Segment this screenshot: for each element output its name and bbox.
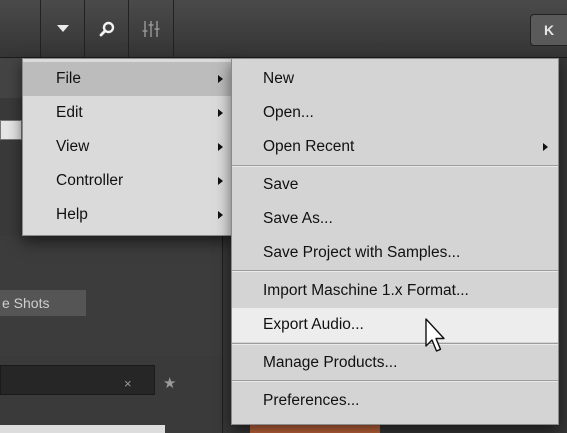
menu-separator	[232, 270, 558, 272]
menu-item-help[interactable]: Help	[23, 198, 233, 232]
caret-down-icon	[57, 24, 69, 32]
library-tag-chip[interactable]: e Shots	[0, 290, 86, 316]
menu-item-save-project-with-samples[interactable]: Save Project with Samples...	[232, 236, 558, 270]
search-clear-icon[interactable]: ×	[124, 376, 132, 391]
menu-item-label: Preferences...	[263, 392, 360, 409]
menu-item-label: New	[263, 70, 295, 87]
menu-item-label: Save As...	[263, 210, 333, 227]
menu-item-label: Export Audio...	[263, 316, 364, 333]
menu-item-edit[interactable]: Edit	[23, 96, 233, 130]
menu-item-label: File	[56, 70, 81, 87]
main-menu: File Edit View Controller Help	[22, 58, 234, 236]
menu-item-view[interactable]: View	[23, 130, 233, 164]
mixer-sliders-icon	[142, 20, 160, 37]
favorite-star-icon[interactable]: ★	[163, 374, 176, 392]
menu-item-export-audio[interactable]: Export Audio...	[232, 308, 558, 342]
menu-item-label: View	[56, 138, 90, 155]
menu-item-new[interactable]: New	[232, 62, 558, 96]
menu-item-controller[interactable]: Controller	[23, 164, 233, 198]
menu-item-manage-products[interactable]: Manage Products...	[232, 346, 558, 380]
left-panel-control[interactable]	[0, 120, 22, 140]
submenu-arrow-icon	[543, 143, 548, 151]
menu-item-save[interactable]: Save	[232, 168, 558, 202]
menu-item-save-as[interactable]: Save As...	[232, 202, 558, 236]
menu-item-label: Help	[56, 206, 88, 223]
menu-dropdown-button[interactable]	[40, 0, 85, 57]
file-submenu: New Open... Open Recent Save Save As... …	[231, 58, 559, 425]
submenu-arrow-icon	[218, 109, 223, 117]
menu-item-file[interactable]: File	[23, 62, 233, 96]
library-tag-label: e Shots	[2, 295, 50, 311]
menu-item-label: Save Project with Samples...	[263, 244, 461, 261]
menu-item-label: Import Maschine 1.x Format...	[263, 282, 469, 299]
menu-item-label: Controller	[56, 172, 124, 189]
menu-separator	[232, 165, 558, 167]
list-row	[0, 425, 165, 433]
menu-item-label: Manage Products...	[263, 354, 398, 371]
menu-item-open[interactable]: Open...	[232, 96, 558, 130]
menu-item-open-recent[interactable]: Open Recent	[232, 130, 558, 164]
search-button[interactable]	[84, 0, 129, 57]
menu-item-label: Save	[263, 176, 299, 193]
submenu-arrow-icon	[218, 211, 223, 219]
menu-item-label: Edit	[56, 104, 83, 121]
menu-item-import-maschine-format[interactable]: Import Maschine 1.x Format...	[232, 274, 558, 308]
submenu-arrow-icon	[218, 177, 223, 185]
right-toolbar-label: K	[543, 22, 555, 38]
mixer-button[interactable]	[128, 0, 174, 57]
library-search-field[interactable]	[0, 365, 155, 395]
submenu-arrow-icon	[218, 75, 223, 83]
menu-item-preferences[interactable]: Preferences...	[232, 384, 558, 418]
mouse-pointer-icon	[425, 318, 445, 352]
menu-item-label: Open...	[263, 104, 314, 121]
menu-item-label: Open Recent	[263, 138, 355, 155]
right-toolbar-button[interactable]: K	[530, 14, 567, 46]
submenu-arrow-icon	[218, 143, 223, 151]
menu-separator	[232, 380, 558, 382]
top-toolbar: K	[0, 0, 567, 58]
search-icon	[99, 21, 115, 36]
menu-separator	[232, 343, 558, 345]
